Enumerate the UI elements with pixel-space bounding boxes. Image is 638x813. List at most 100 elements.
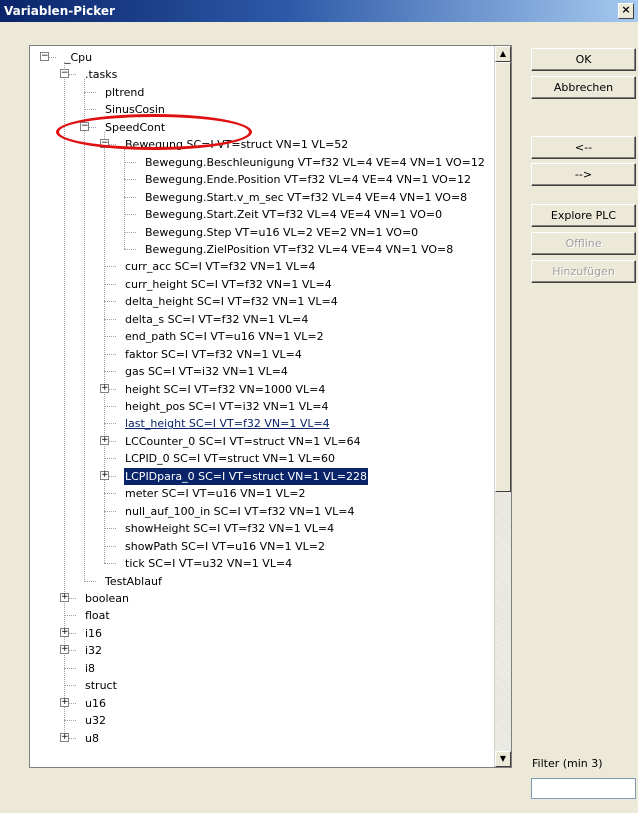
collapse-icon[interactable]: −: [40, 52, 49, 61]
variable-tree[interactable]: − _Cpu − .tasks pltrend SinusCosin − SpeedCont −…: [29, 45, 512, 768]
tree-node-label: height SC=I VT=f32 VN=1000 VL=4: [125, 382, 326, 396]
tree-node[interactable]: pltrend: [30, 84, 490, 101]
tree-node[interactable]: curr_acc SC=I VT=f32 VN=1 VL=4: [30, 258, 490, 275]
move-right-button[interactable]: -->: [531, 163, 636, 186]
tree-node-label: pltrend: [105, 85, 145, 99]
tree-connector: [104, 353, 116, 355]
tree-node[interactable]: + i16: [30, 625, 490, 642]
explore-plc-button[interactable]: Explore PLC: [531, 204, 636, 227]
expand-icon[interactable]: +: [60, 627, 69, 637]
tree-node[interactable]: − Bewegung SC=I VT=struct VN=1 VL=52: [30, 136, 490, 153]
tree-node-label: delta_s SC=I VT=f32 VN=1 VL=4: [125, 312, 309, 326]
tree-connector: [104, 371, 116, 373]
ok-button[interactable]: OK: [531, 48, 636, 71]
tree-node[interactable]: Bewegung.Start.v_m_sec VT=f32 VL=4 VE=4 …: [30, 189, 490, 206]
tree-connector: [124, 179, 136, 181]
tree-connector: [124, 248, 136, 250]
tree-node[interactable]: null_auf_100_in SC=I VT=f32 VN=1 VL=4: [30, 503, 490, 520]
tree-connector: [64, 667, 76, 669]
tree-connector: [104, 336, 116, 338]
filter-input[interactable]: [531, 778, 636, 799]
tree-node-label: i8: [85, 661, 96, 675]
tree-node[interactable]: end_path SC=I VT=u16 VN=1 VL=2: [30, 328, 490, 345]
tree-node[interactable]: Bewegung.Start.Zeit VT=f32 VL=4 VE=4 VN=…: [30, 206, 490, 223]
collapse-icon[interactable]: −: [60, 69, 69, 79]
tree-node[interactable]: − _Cpu: [30, 49, 490, 66]
expand-icon[interactable]: +: [100, 470, 109, 480]
tree-node[interactable]: delta_s SC=I VT=f32 VN=1 VL=4: [30, 311, 490, 328]
tree-node-label: SpeedCont: [105, 120, 166, 134]
expand-icon[interactable]: +: [100, 435, 109, 445]
vertical-scrollbar[interactable]: ▲ ▼: [494, 46, 511, 767]
tree-node[interactable]: Bewegung.Step VT=u16 VL=2 VE=2 VN=1 VO=0: [30, 224, 490, 241]
tree-node[interactable]: u32: [30, 712, 490, 729]
tree-node[interactable]: + u8: [30, 730, 490, 747]
add-button[interactable]: Hinzufügen: [531, 260, 636, 283]
tree-node-label: curr_acc SC=I VT=f32 VN=1 VL=4: [125, 260, 316, 274]
scroll-up-icon[interactable]: ▲: [495, 46, 511, 62]
scroll-down-icon[interactable]: ▼: [495, 751, 511, 767]
tree-node[interactable]: meter SC=I VT=u16 VN=1 VL=2: [30, 485, 490, 502]
tree-connector: [104, 301, 116, 303]
title-bar: Variablen-Picker ×: [0, 0, 638, 22]
tree-node-label: u32: [85, 714, 106, 728]
tree-node[interactable]: struct: [30, 677, 490, 694]
collapse-icon[interactable]: −: [100, 139, 109, 149]
tree-node[interactable]: showPath SC=I VT=u16 VN=1 VL=2: [30, 538, 490, 555]
expand-icon[interactable]: +: [60, 697, 69, 707]
tree-connector: [104, 510, 116, 512]
tree-node-label: TestAblauf: [105, 574, 162, 588]
tree-connector: [104, 563, 116, 565]
scroll-thumb[interactable]: [495, 62, 511, 492]
tree-node[interactable]: + i32: [30, 642, 490, 659]
offline-button[interactable]: Offline: [531, 232, 636, 255]
tree-node-label: Bewegung SC=I VT=struct VN=1 VL=52: [125, 138, 349, 152]
close-icon[interactable]: ×: [618, 3, 634, 19]
tree-node-label: Bewegung.Beschleunigung VT=f32 VL=4 VE=4…: [145, 155, 485, 169]
tree-node[interactable]: TestAblauf: [30, 573, 490, 590]
tree-connector: [124, 161, 136, 163]
expand-icon[interactable]: +: [60, 732, 69, 742]
tree-node[interactable]: − SpeedCont: [30, 119, 490, 136]
move-left-button[interactable]: <--: [531, 136, 636, 159]
tree-node[interactable]: LCPID_0 SC=I VT=struct VN=1 VL=60: [30, 450, 490, 467]
tree-node[interactable]: i8: [30, 660, 490, 677]
tree-node[interactable]: − .tasks: [30, 66, 490, 83]
tree-node[interactable]: + boolean: [30, 590, 490, 607]
tree-node[interactable]: last_height SC=I VT=f32 VN=1 VL=4: [30, 415, 490, 432]
tree-node[interactable]: + height SC=I VT=f32 VN=1000 VL=4: [30, 381, 490, 398]
tree-node-label: u16: [85, 696, 106, 710]
tree-node[interactable]: gas SC=I VT=i32 VN=1 VL=4: [30, 363, 490, 380]
tree-node[interactable]: Bewegung.ZielPosition VT=f32 VL=4 VE=4 V…: [30, 241, 490, 258]
tree-node[interactable]: SinusCosin: [30, 101, 490, 118]
collapse-icon[interactable]: −: [80, 121, 89, 131]
tree-connector: [84, 91, 96, 93]
tree-node-label: last_height SC=I VT=f32 VN=1 VL=4: [125, 417, 330, 431]
tree-node-label: Bewegung.Start.Zeit VT=f32 VL=4 VE=4 VN=…: [145, 208, 443, 222]
tree-node[interactable]: Bewegung.Ende.Position VT=f32 VL=4 VE=4 …: [30, 171, 490, 188]
cancel-button[interactable]: Abbrechen: [531, 76, 636, 99]
tree-node[interactable]: showHeight SC=I VT=f32 VN=1 VL=4: [30, 520, 490, 537]
tree-node[interactable]: delta_height SC=I VT=f32 VN=1 VL=4: [30, 293, 490, 310]
tree-node-label: tick SC=I VT=u32 VN=1 VL=4: [125, 557, 293, 571]
tree-node[interactable]: + LCPIDpara_0 SC=I VT=struct VN=1 VL=228: [30, 467, 490, 485]
tree-node[interactable]: + LCCounter_0 SC=I VT=struct VN=1 VL=64: [30, 433, 490, 450]
tree-node-label: showPath SC=I VT=u16 VN=1 VL=2: [125, 539, 325, 553]
tree-node-label: LCPID_0 SC=I VT=struct VN=1 VL=60: [125, 452, 335, 466]
tree-content: − _Cpu − .tasks pltrend SinusCosin − SpeedCont −…: [30, 46, 494, 767]
tree-connector: [84, 580, 96, 582]
expand-icon[interactable]: +: [100, 383, 109, 393]
tree-connector: [104, 406, 116, 407]
tree-node[interactable]: height_pos SC=I VT=i32 VN=1 VL=4: [30, 398, 490, 415]
tree-node[interactable]: + u16: [30, 695, 490, 712]
tree-connector: [124, 214, 136, 216]
tree-node[interactable]: faktor SC=I VT=f32 VN=1 VL=4: [30, 346, 490, 363]
expand-icon[interactable]: +: [60, 592, 69, 602]
tree-node[interactable]: curr_height SC=I VT=f32 VN=1 VL=4: [30, 276, 490, 293]
tree-node[interactable]: tick SC=I VT=u32 VN=1 VL=4: [30, 555, 490, 572]
expand-icon[interactable]: +: [60, 645, 69, 655]
tree-node-label: Bewegung.ZielPosition VT=f32 VL=4 VE=4 V…: [145, 242, 454, 256]
tree-node[interactable]: float: [30, 607, 490, 624]
tree-connector: [104, 528, 116, 530]
tree-node[interactable]: Bewegung.Beschleunigung VT=f32 VL=4 VE=4…: [30, 154, 490, 171]
